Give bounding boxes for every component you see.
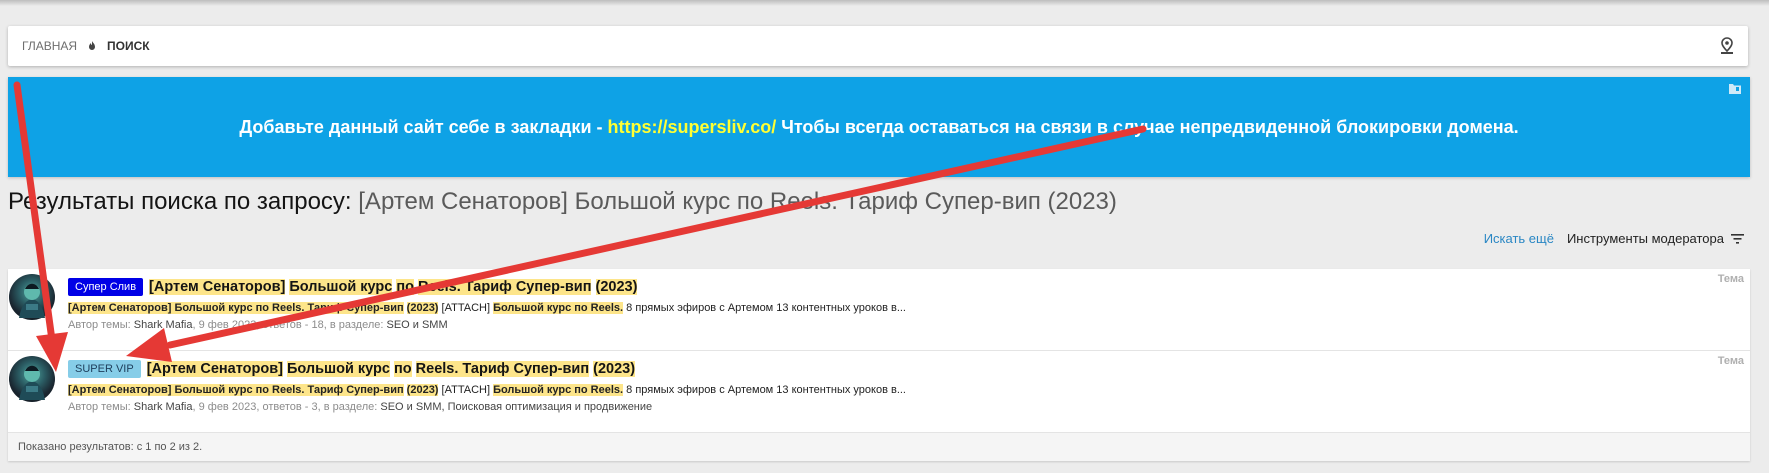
search-query: [Артем Сенаторов] Большой курс по Reels.… (358, 188, 1117, 215)
breadcrumb-current: Поиск (107, 39, 150, 53)
result-row: SUPER VIP [Артем Сенаторов] Большой курс… (8, 351, 1750, 433)
title-part: по (396, 279, 414, 295)
page-title-prefix: Результаты поиска по запросу: (8, 188, 352, 215)
result-row: Супер Слив [Артем Сенаторов] Большой кур… (8, 269, 1750, 351)
breadcrumb: Главная Поиск (8, 26, 1748, 66)
avatar[interactable] (9, 356, 55, 402)
search-actions: Искать ещё Инструменты модератора (1484, 231, 1744, 246)
snippet-part: [Артем Сенаторов] Большой курс по Reels.… (68, 384, 404, 396)
meta-label: Автор темы: (68, 319, 131, 331)
snippet-part: Большой курс по Reels. (493, 302, 624, 314)
section-link[interactable]: SEO и SMM, Поисковая оптимизация и продв… (380, 401, 652, 413)
author-link[interactable]: Shark Mafia (134, 319, 193, 331)
title-part: по (394, 361, 412, 377)
meta-date: 9 фев 2023 (198, 319, 257, 331)
snippet-part: [Артем Сенаторов] Большой курс по Reels.… (68, 302, 404, 314)
filter-icon[interactable] (1731, 233, 1744, 244)
title-part: Большой курс (289, 279, 393, 295)
search-more-link[interactable]: Искать ещё (1484, 231, 1554, 246)
moderator-tools-button[interactable]: Инструменты модератора (1567, 231, 1724, 246)
snippet-part: [ATTACH] (441, 384, 491, 396)
section-link[interactable]: SEO и SMM (386, 319, 447, 331)
snippet-part: [ATTACH] (441, 302, 491, 314)
title-part: (2023) (593, 361, 636, 377)
prefix-badge: Супер Слив (68, 278, 144, 296)
title-part: [Артем Сенаторов] (146, 361, 283, 377)
result-meta: Автор темы: Shark Mafia, 9 фев 2023, отв… (68, 401, 653, 413)
result-title[interactable]: Супер Слив [Артем Сенаторов] Большой кур… (68, 278, 638, 296)
snippet-part: 8 прямых эфиров с Артемом 13 контентных … (626, 384, 906, 396)
notice-prefix: Добавьте данный сайт себе в закладки - (239, 116, 603, 137)
avatar[interactable] (9, 274, 55, 320)
snippet-part: (2023) (406, 302, 439, 314)
results-footer: Показано результатов: с 1 по 2 из 2. (8, 433, 1750, 461)
title-part: Reels. Тариф Супер-вип (418, 279, 592, 295)
page-title: Результаты поиска по запросу: [Артем Сен… (8, 188, 1117, 216)
location-pin-icon[interactable] (1720, 37, 1734, 55)
result-type: Тема (1717, 355, 1744, 367)
meta-replies: ответов - 18 (262, 319, 324, 331)
breadcrumb-home[interactable]: Главная (22, 39, 77, 53)
notice-suffix: Чтобы всегда оставаться на связи в случа… (781, 116, 1519, 137)
meta-label: Автор темы: (68, 401, 131, 413)
fire-icon (89, 41, 96, 50)
result-title[interactable]: SUPER VIP [Артем Сенаторов] Большой курс… (68, 360, 636, 378)
top-shadow (0, 0, 1769, 6)
result-type: Тема (1717, 273, 1744, 285)
result-snippet: [Артем Сенаторов] Большой курс по Reels.… (68, 384, 906, 396)
dismiss-notice-icon[interactable] (1728, 83, 1742, 95)
title-part: Большой курс (287, 361, 390, 377)
snippet-part: (2023) (406, 384, 439, 396)
snippet-part: Большой курс по Reels. (493, 384, 624, 396)
prefix-badge: SUPER VIP (68, 360, 141, 378)
avatar-figure-icon (19, 283, 45, 318)
result-snippet: [Артем Сенаторов] Большой курс по Reels.… (68, 302, 906, 314)
author-link[interactable]: Shark Mafia (134, 401, 193, 413)
notice-banner: Добавьте данный сайт себе в закладки - h… (8, 77, 1750, 177)
meta-date: 9 фев 2023 (198, 401, 257, 413)
search-results: Супер Слив [Артем Сенаторов] Большой кур… (8, 269, 1750, 461)
meta-label: в разделе: (329, 319, 384, 331)
title-part: Reels. Тариф Супер-вип (415, 361, 590, 377)
result-meta: Автор темы: Shark Mafia, 9 фев 2023, отв… (68, 319, 448, 331)
title-part: [Артем Сенаторов] (149, 279, 286, 295)
meta-replies: ответов - 3 (262, 401, 318, 413)
title-part: (2023) (595, 279, 638, 295)
avatar-figure-icon (19, 365, 45, 400)
meta-label: в разделе: (323, 401, 378, 413)
snippet-part: 8 прямых эфиров с Артемом 13 контентных … (626, 302, 906, 314)
notice-link[interactable]: https://supersliv.co/ (608, 117, 777, 138)
